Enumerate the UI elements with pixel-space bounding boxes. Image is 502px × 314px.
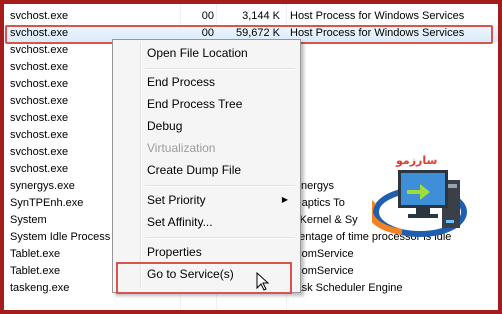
screenshot-frame	[0, 0, 502, 314]
